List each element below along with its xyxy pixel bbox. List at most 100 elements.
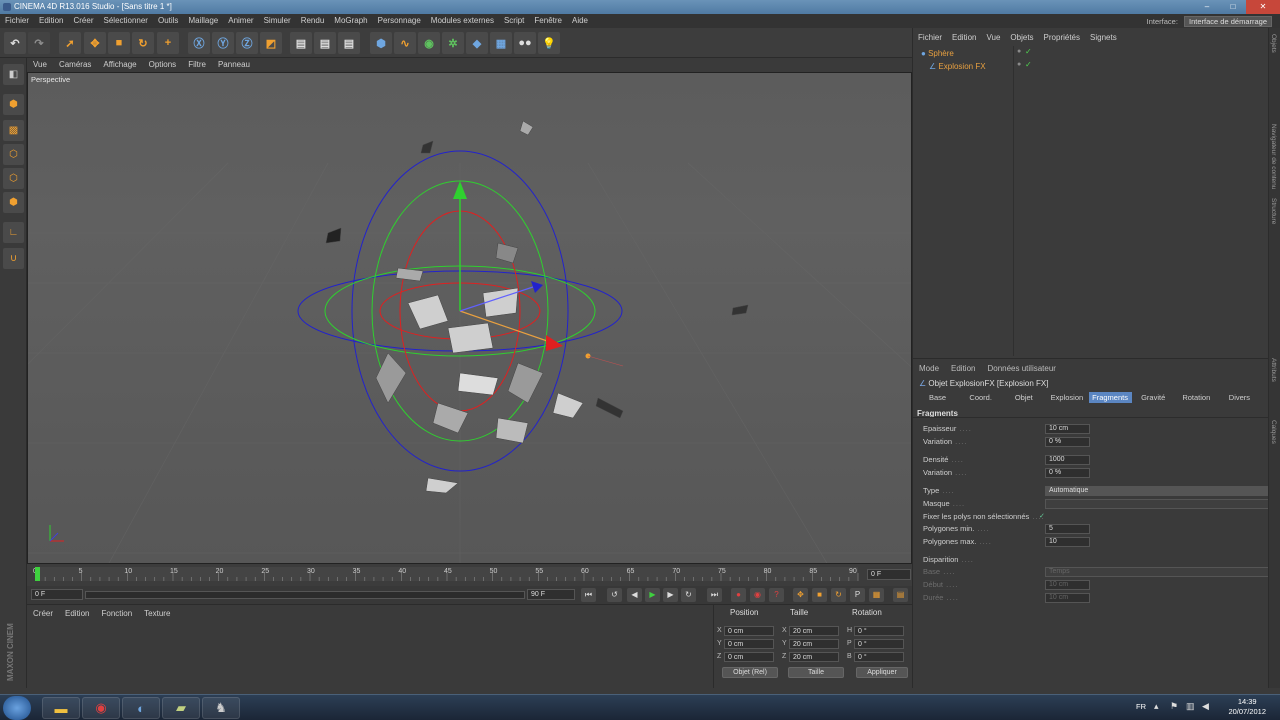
side-tab[interactable]: Calques [1270, 420, 1277, 444]
object-menu-item[interactable]: Objets [1005, 31, 1038, 45]
tab-coord[interactable]: Coord. [959, 392, 1002, 403]
viewport-menu-item[interactable]: Vue [27, 58, 53, 72]
position-field[interactable]: 0 cm [724, 626, 774, 636]
mograph-cloner-icon[interactable]: ✲ [442, 32, 464, 54]
rotation-field[interactable]: 0 ° [854, 626, 904, 636]
key-param-icon[interactable]: P [850, 588, 865, 602]
current-frame-field[interactable]: 0 F [867, 569, 911, 580]
param-field[interactable]: 10 cm [1045, 580, 1090, 590]
menu-item[interactable]: Fenêtre [529, 14, 567, 28]
position-field[interactable]: 0 cm [724, 652, 774, 662]
start-button[interactable] [3, 696, 31, 720]
menu-item[interactable]: Maillage [183, 14, 223, 28]
maximize-button[interactable]: □ [1220, 0, 1246, 14]
side-tab[interactable]: Navigateur de contenu [1270, 124, 1277, 189]
goto-start-icon[interactable]: ⏮ [581, 588, 596, 602]
range-slider[interactable] [85, 591, 525, 599]
interface-dropdown[interactable]: Interface de démarrage [1184, 16, 1272, 27]
points-mode-icon[interactable]: ⬡ [3, 144, 24, 165]
param-field[interactable] [1045, 499, 1271, 509]
light-icon[interactable]: 💡 [538, 32, 560, 54]
prev-frame-icon[interactable]: ◀ [627, 588, 642, 602]
size-field[interactable]: 20 cm [789, 639, 839, 649]
size-field[interactable]: 20 cm [789, 652, 839, 662]
menu-item[interactable]: Créer [68, 14, 98, 28]
menu-item[interactable]: Personnage [373, 14, 426, 28]
nurbs-icon[interactable]: ◉ [418, 32, 440, 54]
material-menu-item[interactable]: Créer [27, 607, 59, 621]
clock[interactable]: 14:39 20/07/2012 [1228, 697, 1266, 717]
viewport-menu-item[interactable]: Filtre [182, 58, 212, 72]
object-menu-item[interactable]: Propriétés [1039, 31, 1085, 45]
key-rotation-icon[interactable]: ↻ [831, 588, 846, 602]
chrome-taskbar-icon[interactable]: ◉ [82, 697, 120, 719]
cube-primitive-icon[interactable]: ⬢ [370, 32, 392, 54]
attribute-menu-item[interactable]: Données utilisateur [981, 362, 1061, 375]
position-field[interactable]: 0 cm [724, 639, 774, 649]
menu-item[interactable]: Sélectionner [99, 14, 153, 28]
object-row-explosion[interactable]: ∠ Explosion FX [929, 61, 986, 73]
y-axis-lock-icon[interactable]: Ⓨ [212, 32, 234, 54]
undo-icon[interactable]: ↶ [4, 32, 26, 54]
coordinate-system-icon[interactable]: ◩ [260, 32, 282, 54]
param-dropdown[interactable]: Temps [1045, 567, 1271, 577]
param-field[interactable]: 10 [1045, 537, 1090, 547]
param-dropdown[interactable]: Automatique [1045, 486, 1271, 496]
start-frame-field[interactable]: 0 F [31, 589, 83, 600]
menu-item[interactable]: Edition [34, 14, 68, 28]
volume-icon[interactable]: ◀ [1202, 701, 1209, 712]
material-menu-item[interactable]: Texture [138, 607, 176, 621]
explorer-taskbar-icon[interactable]: ▬ [42, 697, 80, 719]
goto-end-icon[interactable]: ⏭ [707, 588, 722, 602]
tab-fragments[interactable]: Fragments [1088, 392, 1132, 403]
size-mode-dropdown[interactable]: Taille [788, 667, 844, 678]
viewport-menu-item[interactable]: Panneau [212, 58, 256, 72]
menu-item[interactable]: Aide [567, 14, 593, 28]
object-menu-item[interactable]: Fichier [913, 31, 947, 45]
enable-check-icon[interactable]: ✓ [1025, 60, 1032, 69]
tab-base[interactable]: Base [916, 392, 959, 403]
timeline-layout-icon[interactable]: ▤ [893, 588, 908, 602]
add-tool-icon[interactable]: + [157, 32, 179, 54]
menu-item[interactable]: Script [499, 14, 529, 28]
network-icon[interactable]: ▥ [1186, 701, 1195, 712]
param-field[interactable]: 0 % [1045, 468, 1090, 478]
param-field[interactable]: 0 % [1045, 437, 1090, 447]
model-mode-icon[interactable]: ⬢ [3, 94, 24, 115]
side-tab[interactable]: Objets [1270, 34, 1277, 53]
minimize-button[interactable]: – [1194, 0, 1220, 14]
edges-mode-icon[interactable]: ⬡ [3, 168, 24, 189]
texture-mode-icon[interactable]: ▩ [3, 120, 24, 141]
select-tool-icon[interactable]: ➚ [59, 32, 81, 54]
redo-icon[interactable]: ↷ [28, 32, 50, 54]
snap-magnet-icon[interactable]: ∪ [3, 248, 24, 269]
object-menu-item[interactable]: Vue [981, 31, 1005, 45]
flag-icon[interactable]: ⚑ [1170, 701, 1178, 712]
record-icon[interactable]: ● [731, 588, 746, 602]
param-field[interactable]: 5 [1045, 524, 1090, 534]
rotate-tool-icon[interactable]: ↻ [132, 32, 154, 54]
tab-divers[interactable]: Divers [1218, 392, 1261, 403]
rotation-field[interactable]: 0 ° [854, 639, 904, 649]
tab-gravit[interactable]: Gravité [1132, 392, 1175, 403]
x-axis-lock-icon[interactable]: Ⓧ [188, 32, 210, 54]
side-tab[interactable]: Attributs [1270, 358, 1277, 382]
3d-viewport[interactable]: Perspective [27, 72, 912, 564]
tab-rotation[interactable]: Rotation [1175, 392, 1218, 403]
notes-taskbar-icon[interactable]: ▰ [162, 697, 200, 719]
render-picture-viewer-icon[interactable]: ▤ [314, 32, 336, 54]
menu-item[interactable]: Modules externes [426, 14, 499, 28]
attribute-menu-item[interactable]: Edition [945, 362, 981, 375]
camera-icon[interactable]: ●● [514, 32, 536, 54]
next-frame-icon[interactable]: ▶ [663, 588, 678, 602]
make-editable-icon[interactable]: ◧ [3, 64, 24, 85]
side-tab[interactable]: Structure [1270, 198, 1277, 224]
viewport-menu-item[interactable]: Caméras [53, 58, 97, 72]
menu-item[interactable]: Rendu [296, 14, 330, 28]
material-menu-item[interactable]: Edition [59, 607, 95, 621]
prev-key-icon[interactable]: ↺ [607, 588, 622, 602]
language-indicator[interactable]: FR [1136, 702, 1146, 711]
param-field[interactable]: 10 cm [1045, 593, 1090, 603]
param-checkbox[interactable]: ✓ [1039, 511, 1045, 523]
object-menu-item[interactable]: Edition [947, 31, 981, 45]
